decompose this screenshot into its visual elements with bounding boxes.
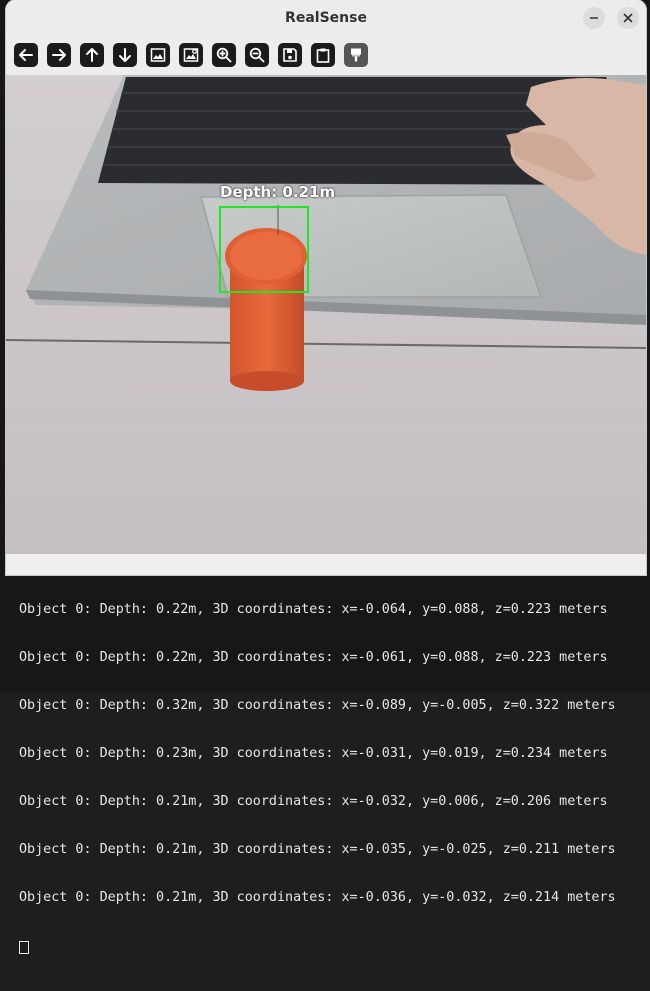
terminal-line: Object 0: Depth: 0.23m, 3D coordinates: … (19, 746, 608, 761)
close-button[interactable] (617, 7, 639, 29)
brush-button[interactable] (344, 43, 368, 67)
minimize-button[interactable] (583, 7, 605, 29)
detection-bounding-box (219, 206, 309, 293)
zoom-out-icon (249, 47, 265, 63)
minimize-icon (590, 17, 598, 19)
status-strip (6, 554, 646, 575)
depth-label: Depth: 0.21m (220, 183, 336, 201)
terminal-line: Object 0: Depth: 0.21m, 3D coordinates: … (19, 890, 616, 905)
save-icon (283, 48, 297, 62)
close-icon (623, 13, 633, 23)
terminal-line: Object 0: Depth: 0.22m, 3D coordinates: … (19, 602, 608, 617)
terminal-output: Object 0: Depth: 0.22m, 3D coordinates: … (19, 570, 616, 991)
down-arrow-icon (119, 48, 131, 62)
back-arrow-icon (19, 49, 33, 61)
image-icon (150, 48, 166, 62)
window-title: RealSense (285, 10, 367, 26)
zoom-in-icon (216, 47, 232, 63)
forward-button[interactable] (47, 43, 71, 67)
image-settings-icon (183, 48, 199, 62)
realsense-window: RealSense Depth: 0.21m (6, 0, 646, 575)
clipboard-icon (316, 48, 330, 63)
title-bar[interactable]: RealSense (6, 0, 646, 36)
up-button[interactable] (80, 43, 104, 67)
camera-view[interactable]: Depth: 0.21m (6, 75, 646, 554)
paint-brush-icon (351, 48, 361, 62)
image-button[interactable] (146, 43, 170, 67)
terminal-line: Object 0: Depth: 0.32m, 3D coordinates: … (19, 698, 616, 713)
terminal-cursor[interactable] (19, 941, 29, 954)
back-button[interactable] (14, 43, 38, 67)
forward-arrow-icon (52, 49, 66, 61)
save-button[interactable] (278, 43, 302, 67)
camera-frame-image (6, 75, 646, 554)
clipboard-button[interactable] (311, 43, 335, 67)
up-arrow-icon (86, 48, 98, 62)
down-button[interactable] (113, 43, 137, 67)
terminal-line: Object 0: Depth: 0.22m, 3D coordinates: … (19, 650, 608, 665)
terminal-line: Object 0: Depth: 0.21m, 3D coordinates: … (19, 842, 616, 857)
terminal-line: Object 0: Depth: 0.21m, 3D coordinates: … (19, 794, 608, 809)
zoom-out-button[interactable] (245, 43, 269, 67)
zoom-in-button[interactable] (212, 43, 236, 67)
toolbar (6, 38, 646, 74)
image-settings-button[interactable] (179, 43, 203, 67)
